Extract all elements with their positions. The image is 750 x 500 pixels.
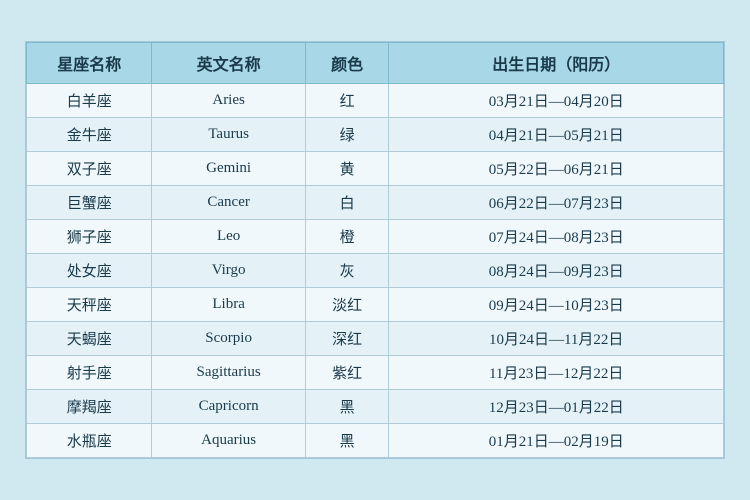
cell-english: Gemini bbox=[152, 152, 305, 186]
cell-color: 白 bbox=[305, 186, 389, 220]
table-row: 金牛座Taurus绿04月21日—05月21日 bbox=[27, 118, 724, 152]
cell-english: Taurus bbox=[152, 118, 305, 152]
cell-color: 淡红 bbox=[305, 288, 389, 322]
cell-date: 11月23日—12月22日 bbox=[389, 356, 724, 390]
cell-english: Cancer bbox=[152, 186, 305, 220]
cell-chinese: 摩羯座 bbox=[27, 390, 152, 424]
cell-color: 深红 bbox=[305, 322, 389, 356]
cell-date: 03月21日—04月20日 bbox=[389, 84, 724, 118]
cell-english: Capricorn bbox=[152, 390, 305, 424]
table-row: 白羊座Aries红03月21日—04月20日 bbox=[27, 84, 724, 118]
cell-date: 01月21日—02月19日 bbox=[389, 424, 724, 458]
cell-color: 黑 bbox=[305, 390, 389, 424]
cell-date: 12月23日—01月22日 bbox=[389, 390, 724, 424]
table-row: 水瓶座Aquarius黑01月21日—02月19日 bbox=[27, 424, 724, 458]
cell-color: 紫红 bbox=[305, 356, 389, 390]
cell-english: Scorpio bbox=[152, 322, 305, 356]
header-color: 颜色 bbox=[305, 43, 389, 84]
cell-color: 绿 bbox=[305, 118, 389, 152]
cell-english: Virgo bbox=[152, 254, 305, 288]
table-row: 双子座Gemini黄05月22日—06月21日 bbox=[27, 152, 724, 186]
cell-english: Libra bbox=[152, 288, 305, 322]
header-date: 出生日期（阳历） bbox=[389, 43, 724, 84]
cell-date: 07月24日—08月23日 bbox=[389, 220, 724, 254]
cell-date: 05月22日—06月21日 bbox=[389, 152, 724, 186]
zodiac-table: 星座名称 英文名称 颜色 出生日期（阳历） 白羊座Aries红03月21日—04… bbox=[26, 42, 724, 458]
cell-chinese: 白羊座 bbox=[27, 84, 152, 118]
cell-color: 黑 bbox=[305, 424, 389, 458]
cell-english: Leo bbox=[152, 220, 305, 254]
cell-chinese: 水瓶座 bbox=[27, 424, 152, 458]
cell-chinese: 天秤座 bbox=[27, 288, 152, 322]
cell-chinese: 狮子座 bbox=[27, 220, 152, 254]
cell-english: Sagittarius bbox=[152, 356, 305, 390]
table-row: 天秤座Libra淡红09月24日—10月23日 bbox=[27, 288, 724, 322]
table-row: 摩羯座Capricorn黑12月23日—01月22日 bbox=[27, 390, 724, 424]
cell-color: 红 bbox=[305, 84, 389, 118]
cell-english: Aries bbox=[152, 84, 305, 118]
cell-chinese: 巨蟹座 bbox=[27, 186, 152, 220]
cell-chinese: 射手座 bbox=[27, 356, 152, 390]
header-chinese: 星座名称 bbox=[27, 43, 152, 84]
table-row: 射手座Sagittarius紫红11月23日—12月22日 bbox=[27, 356, 724, 390]
cell-chinese: 双子座 bbox=[27, 152, 152, 186]
header-english: 英文名称 bbox=[152, 43, 305, 84]
cell-chinese: 处女座 bbox=[27, 254, 152, 288]
cell-date: 08月24日—09月23日 bbox=[389, 254, 724, 288]
table-row: 处女座Virgo灰08月24日—09月23日 bbox=[27, 254, 724, 288]
table-row: 狮子座Leo橙07月24日—08月23日 bbox=[27, 220, 724, 254]
table-row: 巨蟹座Cancer白06月22日—07月23日 bbox=[27, 186, 724, 220]
zodiac-table-container: 星座名称 英文名称 颜色 出生日期（阳历） 白羊座Aries红03月21日—04… bbox=[25, 41, 725, 459]
cell-color: 黄 bbox=[305, 152, 389, 186]
cell-chinese: 天蝎座 bbox=[27, 322, 152, 356]
table-row: 天蝎座Scorpio深红10月24日—11月22日 bbox=[27, 322, 724, 356]
cell-color: 橙 bbox=[305, 220, 389, 254]
cell-date: 10月24日—11月22日 bbox=[389, 322, 724, 356]
cell-english: Aquarius bbox=[152, 424, 305, 458]
cell-date: 04月21日—05月21日 bbox=[389, 118, 724, 152]
table-header-row: 星座名称 英文名称 颜色 出生日期（阳历） bbox=[27, 43, 724, 84]
cell-date: 09月24日—10月23日 bbox=[389, 288, 724, 322]
cell-color: 灰 bbox=[305, 254, 389, 288]
cell-date: 06月22日—07月23日 bbox=[389, 186, 724, 220]
cell-chinese: 金牛座 bbox=[27, 118, 152, 152]
